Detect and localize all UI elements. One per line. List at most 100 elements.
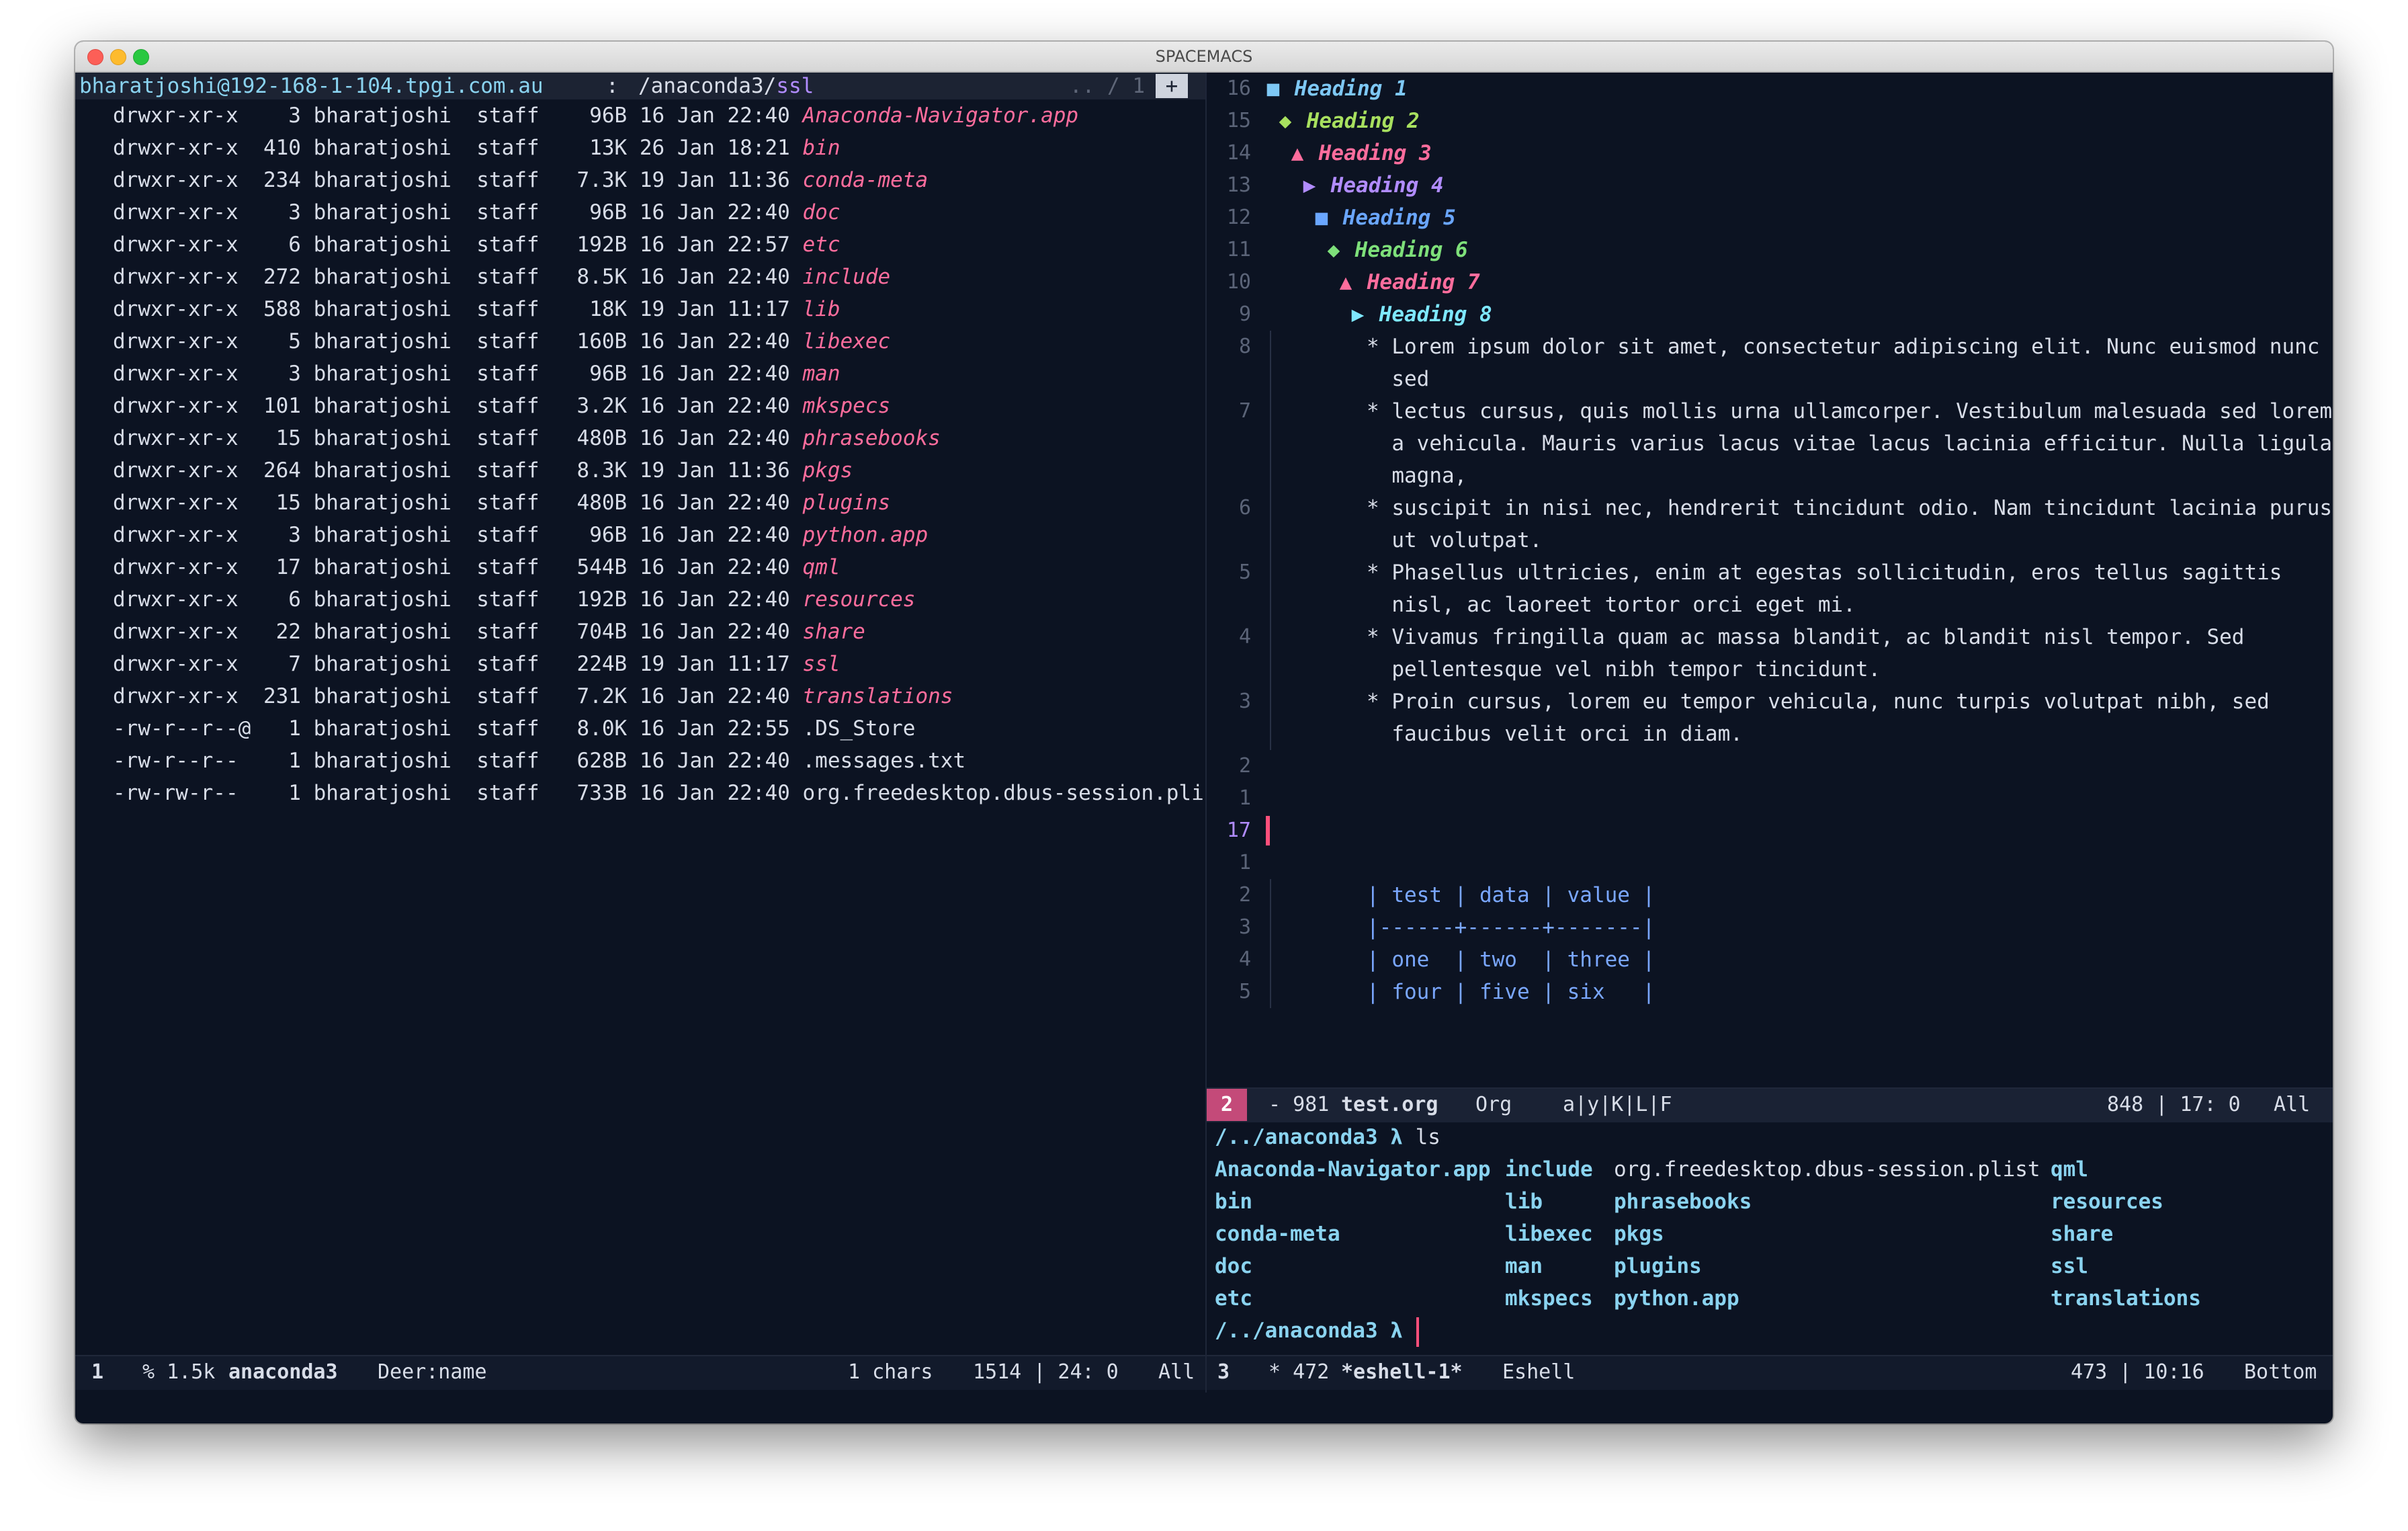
list-item-text[interactable]: nisl, ac laoreet tortor orci eget mi.: [1367, 589, 1856, 621]
eshell-ls-entry[interactable]: libexec: [1505, 1218, 1593, 1250]
eshell-ls-entry[interactable]: qml: [2051, 1153, 2088, 1186]
modeline-mode[interactable]: Eshell: [1502, 1356, 1575, 1389]
eshell-ls-entry[interactable]: resources: [2051, 1186, 2163, 1218]
eshell-ls-entry[interactable]: phrasebooks: [1614, 1186, 1752, 1218]
org-table-row[interactable]: | one | two | three |: [1367, 944, 1655, 976]
eshell-ls-entry[interactable]: share: [2051, 1218, 2113, 1250]
file-row[interactable]: drwxr-xr-x 410 bharatjoshi staff 13K 26 …: [113, 132, 841, 164]
org-heading[interactable]: ◆ Heading 2: [1277, 105, 1420, 137]
org-heading[interactable]: ▶ Heading 4: [1301, 169, 1444, 202]
list-item-text[interactable]: a vehicula. Mauris varius lacus vitae la…: [1367, 427, 2332, 460]
list-item-text[interactable]: * suscipit in nisi nec, hendrerit tincid…: [1367, 492, 2332, 524]
eshell-ls-entry[interactable]: bin: [1215, 1186, 1252, 1218]
directory-name[interactable]: lib: [803, 297, 841, 321]
file-name[interactable]: org.freedesktop.dbus-session.plist: [803, 781, 1230, 805]
directory-name[interactable]: qml: [803, 555, 841, 579]
directory-name[interactable]: etc: [803, 233, 841, 257]
list-item-text[interactable]: ut volutpat.: [1367, 524, 1542, 556]
directory-name[interactable]: python.app: [803, 523, 929, 547]
directory-name[interactable]: translations: [803, 684, 953, 708]
file-row[interactable]: drwxr-xr-x 588 bharatjoshi staff 18K 19 …: [113, 293, 841, 325]
file-row[interactable]: -rw-r--r--@ 1 bharatjoshi staff 8.0K 16 …: [113, 712, 915, 745]
eshell-buffer[interactable]: /../anaconda3 λ ls Anaconda-Navigator.app…: [1207, 1121, 2333, 1354]
org-heading[interactable]: ◆ Heading 6: [1325, 234, 1468, 266]
list-item-text[interactable]: faucibus velit orci in diam.: [1367, 718, 1743, 750]
modeline-mode[interactable]: Deer:name: [378, 1356, 487, 1389]
directory-name[interactable]: doc: [803, 200, 841, 224]
modeline-mode[interactable]: Org: [1475, 1089, 1512, 1121]
org-table-row[interactable]: | four | five | six |: [1367, 976, 1655, 1008]
eshell-ls-entry[interactable]: plugins: [1614, 1250, 1702, 1282]
directory-name[interactable]: conda-meta: [803, 168, 929, 192]
list-item-text[interactable]: magna,: [1367, 460, 1467, 492]
file-row[interactable]: drwxr-xr-x 7 bharatjoshi staff 224B 19 J…: [113, 648, 841, 680]
eshell-ls-entry[interactable]: python.app: [1614, 1282, 1739, 1315]
directory-name[interactable]: man: [803, 362, 841, 386]
directory-name[interactable]: share: [803, 620, 865, 644]
org-table-row[interactable]: |------+------+-------|: [1367, 911, 1655, 944]
file-row[interactable]: drwxr-xr-x 3 bharatjoshi staff 96B 16 Ja…: [113, 519, 928, 551]
directory-name[interactable]: mkspecs: [803, 394, 891, 418]
eshell-ls-entry[interactable]: translations: [2051, 1282, 2201, 1315]
list-item-text[interactable]: * Vivamus fringilla quam ac massa blandi…: [1367, 621, 2244, 653]
eshell-ls-entry[interactable]: mkspecs: [1505, 1282, 1593, 1315]
directory-name[interactable]: resources: [803, 587, 916, 612]
eshell-ls-entry[interactable]: etc: [1215, 1282, 1252, 1315]
file-row[interactable]: drwxr-xr-x 101 bharatjoshi staff 3.2K 16…: [113, 390, 890, 422]
org-heading[interactable]: ■ Heading 1: [1264, 73, 1408, 105]
file-row[interactable]: drwxr-xr-x 5 bharatjoshi staff 160B 16 J…: [113, 325, 890, 358]
file-row[interactable]: drwxr-xr-x 15 bharatjoshi staff 480B 16 …: [113, 487, 890, 519]
eshell-ls-entry[interactable]: pkgs: [1614, 1218, 1664, 1250]
modeline-buffer-name[interactable]: *eshell-1*: [1341, 1356, 1463, 1389]
file-row[interactable]: drwxr-xr-x 15 bharatjoshi staff 480B 16 …: [113, 422, 941, 454]
directory-name[interactable]: plugins: [803, 491, 891, 515]
file-row[interactable]: drwxr-xr-x 6 bharatjoshi staff 192B 16 J…: [113, 583, 915, 616]
directory-name[interactable]: ssl: [803, 652, 841, 676]
list-item-text[interactable]: pellentesque vel nibh tempor tincidunt.: [1367, 653, 1881, 686]
org-heading[interactable]: ▲ Heading 3: [1289, 137, 1432, 169]
eshell-ls-entry[interactable]: lib: [1505, 1186, 1543, 1218]
list-item-text[interactable]: * Lorem ipsum dolor sit amet, consectetu…: [1367, 331, 2319, 363]
list-item-text[interactable]: * Proin cursus, lorem eu tempor vehicula…: [1367, 686, 2270, 718]
file-row[interactable]: drwxr-xr-x 234 bharatjoshi staff 7.3K 19…: [113, 164, 928, 196]
eshell-ls-entry[interactable]: conda-meta: [1215, 1218, 1340, 1250]
eshell-prompt-line[interactable]: /../anaconda3 λ: [1215, 1315, 1403, 1347]
list-item-text[interactable]: * lectus cursus, quis mollis urna ullamc…: [1367, 395, 2332, 427]
file-row[interactable]: drwxr-xr-x 3 bharatjoshi staff 96B 16 Ja…: [113, 196, 841, 229]
directory-name[interactable]: bin: [803, 136, 841, 160]
file-row[interactable]: drwxr-xr-x 22 bharatjoshi staff 704B 16 …: [113, 616, 865, 648]
org-heading[interactable]: ▲ Heading 7: [1337, 266, 1480, 298]
org-table-row[interactable]: | test | data | value |: [1367, 879, 1655, 911]
eshell-ls-entry[interactable]: doc: [1215, 1250, 1252, 1282]
file-row[interactable]: drwxr-xr-x 264 bharatjoshi staff 8.3K 19…: [113, 454, 853, 487]
file-row[interactable]: drwxr-xr-x 3 bharatjoshi staff 96B 16 Ja…: [113, 99, 1078, 132]
eshell-ls-entry[interactable]: ssl: [2051, 1250, 2088, 1282]
file-row[interactable]: drwxr-xr-x 3 bharatjoshi staff 96B 16 Ja…: [113, 358, 841, 390]
eshell-ls-entry[interactable]: Anaconda-Navigator.app: [1215, 1153, 1491, 1186]
directory-name[interactable]: phrasebooks: [803, 426, 941, 450]
file-row[interactable]: drwxr-xr-x 17 bharatjoshi staff 544B 16 …: [113, 551, 841, 583]
eshell-ls-entry[interactable]: include: [1505, 1153, 1593, 1186]
org-buffer[interactable]: 16 ■ Heading 1 15 ◆ Heading 2 14 ▲ Heading 31…: [1207, 73, 2333, 1086]
directory-name[interactable]: libexec: [803, 329, 891, 354]
file-row[interactable]: -rw-r--r-- 1 bharatjoshi staff 628B 16 J…: [113, 745, 965, 777]
file-name[interactable]: .messages.txt: [803, 749, 966, 773]
file-row[interactable]: drwxr-xr-x 272 bharatjoshi staff 8.5K 16…: [113, 261, 890, 293]
modeline-buffer-name[interactable]: test.org: [1341, 1089, 1438, 1121]
eshell-ls-entry[interactable]: org.freedesktop.dbus-session.plist: [1614, 1153, 2040, 1186]
org-heading[interactable]: ■ Heading 5: [1313, 202, 1456, 234]
directory-name[interactable]: Anaconda-Navigator.app: [803, 104, 1079, 128]
file-row[interactable]: -rw-rw-r-- 1 bharatjoshi staff 733B 16 J…: [113, 777, 1229, 809]
eshell-ls-entry[interactable]: man: [1505, 1250, 1543, 1282]
list-item-text[interactable]: sed: [1367, 363, 1429, 395]
directory-name[interactable]: pkgs: [803, 458, 853, 483]
directory-name[interactable]: include: [803, 265, 891, 289]
file-row[interactable]: drwxr-xr-x 231 bharatjoshi staff 7.2K 16…: [113, 680, 953, 712]
org-heading[interactable]: ▶ Heading 8: [1349, 298, 1492, 331]
modeline-buffer-name[interactable]: anaconda3: [228, 1356, 338, 1389]
list-item-text[interactable]: * Phasellus ultricies, enim at egestas s…: [1367, 556, 2282, 589]
file-row[interactable]: drwxr-xr-x 6 bharatjoshi staff 192B 16 J…: [113, 229, 841, 261]
eshell-prompt-line[interactable]: /../anaconda3 λ ls: [1215, 1121, 1440, 1153]
add-tab-button[interactable]: +: [1156, 74, 1188, 98]
file-name[interactable]: .DS_Store: [803, 716, 916, 741]
